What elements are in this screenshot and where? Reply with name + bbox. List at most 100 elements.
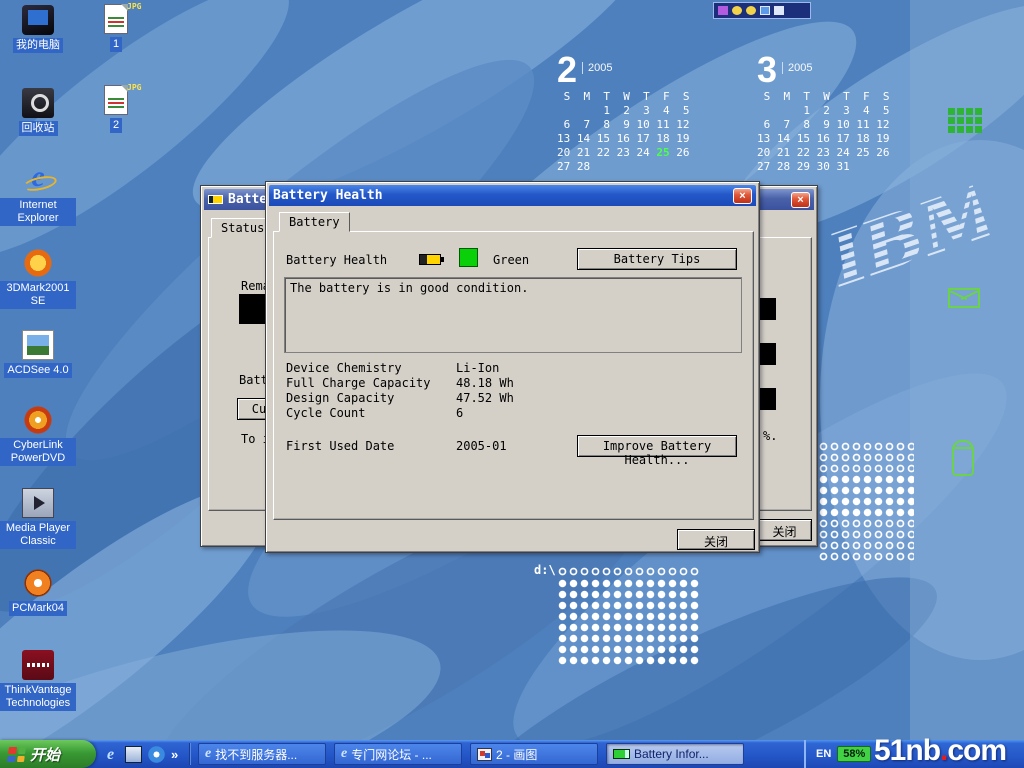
- ie-quicklaunch-icon[interactable]: e: [102, 746, 119, 763]
- field-value: 6: [456, 406, 463, 420]
- desktop-icon-thinkvantage[interactable]: ThinkVantage Technologies: [0, 650, 76, 711]
- calendar-week: 13 14 15 16 17 18 19: [557, 132, 689, 146]
- field-value: 2005-01: [456, 439, 507, 453]
- battery-cylinder-icon: [952, 440, 974, 476]
- close-button[interactable]: 关闭: [757, 519, 812, 541]
- task-button-server-not-found[interactable]: e 找不到服务器...: [198, 743, 326, 765]
- dot-pattern-outline: [557, 566, 700, 577]
- field-label: Full Charge Capacity: [286, 376, 431, 390]
- media-player-icon[interactable]: [148, 746, 165, 763]
- improve-battery-health-button[interactable]: Improve Battery Health...: [577, 435, 737, 457]
- calendar-february: 2 2005 S M T W T F S 1 2 3 4 5 6 7 8 9 1…: [557, 48, 689, 174]
- battery-icon: [613, 749, 630, 759]
- dot-pattern-outline: [818, 518, 914, 562]
- media-player-classic-icon: [22, 488, 54, 518]
- calendar-week: 6 7 8 9 10 11 12: [557, 118, 689, 132]
- jpg-badge: JPG: [127, 83, 141, 92]
- icon-label: PCMark04: [9, 601, 67, 616]
- desktop-screen: IBM d:\ 2 2005 S M T W T F S 1 2 3 4 5 6…: [0, 0, 1024, 768]
- desktop-file-2[interactable]: JPG 2: [78, 85, 154, 133]
- jpg-file-icon: JPG: [104, 85, 128, 115]
- battery-tips-button[interactable]: Battery Tips: [577, 248, 737, 270]
- calendar-year: 2005: [582, 62, 612, 74]
- watermark-51nb: 51nb.com: [874, 734, 1006, 768]
- desktop-icon-internet-explorer[interactable]: Internet Explorer: [0, 165, 76, 226]
- icon-label: ThinkVantage Technologies: [0, 683, 76, 711]
- ie-icon: e: [341, 746, 347, 762]
- calendar-march: 3 2005 S M T W T F S 1 2 3 4 5 6 7 8 9 1…: [757, 48, 889, 174]
- drive-label: d:\: [534, 563, 556, 577]
- window-title: Batte: [228, 192, 267, 207]
- battery-health-icon: [419, 254, 441, 265]
- tab-battery[interactable]: Battery: [279, 212, 350, 232]
- icon-label: ACDSee 4.0: [4, 363, 71, 378]
- taskbar: 开始 e » e 找不到服务器... e 专门网论坛 - ... 2 - 画图 …: [0, 740, 1024, 768]
- condition-textbox: The battery is in good condition.: [284, 277, 742, 353]
- task-button-battery-information[interactable]: Battery Infor...: [606, 743, 744, 765]
- desktop-icon-my-computer[interactable]: 我的电脑: [0, 5, 76, 53]
- show-desktop-icon[interactable]: [125, 746, 142, 763]
- display-icon: [760, 6, 770, 15]
- dot-pattern-filled: [818, 474, 914, 518]
- desktop-icon-pcmark04[interactable]: PCMark04: [0, 568, 76, 616]
- calendar-week: 1 2 3 4 5: [757, 104, 889, 118]
- field-label: First Used Date: [286, 439, 394, 453]
- dot-pattern-outline: [818, 441, 914, 474]
- desktop-icon-acdsee[interactable]: ACDSee 4.0: [0, 330, 76, 378]
- task-label: 2 - 画图: [496, 746, 537, 763]
- task-button-forum[interactable]: e 专门网论坛 - ...: [334, 743, 462, 765]
- task-button-paint[interactable]: 2 - 画图: [470, 743, 598, 765]
- start-button[interactable]: 开始: [0, 740, 96, 768]
- field-label: Design Capacity: [286, 391, 394, 405]
- desktop-file-1[interactable]: JPG 1: [78, 4, 154, 52]
- indicator-icon: [732, 6, 742, 15]
- calendar-month: 2: [557, 52, 577, 88]
- language-indicator[interactable]: EN: [816, 748, 831, 760]
- jpg-file-icon: JPG: [104, 4, 128, 34]
- icon-label: 1: [110, 37, 122, 52]
- quicklaunch-overflow-chevron[interactable]: »: [171, 746, 183, 763]
- keyboard-icon: [774, 6, 784, 15]
- calendar-year: 2005: [782, 62, 812, 74]
- calendar-today: 25: [656, 146, 669, 159]
- calendar-week: 1 2 3 4 5: [557, 104, 689, 118]
- powerdvd-icon: [22, 405, 54, 435]
- desktop-icon-3dmark2001[interactable]: 3DMark2001 SE: [0, 248, 76, 309]
- health-status-text: Green: [493, 253, 529, 267]
- task-label: 专门网论坛 - ...: [351, 746, 432, 763]
- ie-icon: e: [205, 746, 211, 762]
- close-button[interactable]: 关闭: [677, 529, 755, 550]
- icon-label: CyberLink PowerDVD: [0, 438, 76, 466]
- battery-meter[interactable]: 58%: [837, 746, 871, 762]
- thinkvantage-icon: [22, 650, 54, 680]
- icon-label: 我的电脑: [13, 38, 63, 53]
- start-label: 开始: [30, 744, 60, 765]
- percent-label: %.: [763, 429, 777, 443]
- field-label: Cycle Count: [286, 406, 365, 420]
- desktop-icon-media-player-classic[interactable]: Media Player Classic: [0, 488, 76, 549]
- close-icon[interactable]: ×: [791, 192, 810, 208]
- calendar-week: 13 14 15 16 17 18 19: [757, 132, 889, 146]
- battery-health-dialog[interactable]: Battery Health × Battery Battery Health …: [265, 181, 760, 553]
- taskbar-separator: [189, 743, 190, 765]
- calendar-days-header: S M T W T F S: [757, 90, 889, 104]
- gauge-box: [758, 298, 776, 320]
- desktop-icon-recycle-bin[interactable]: 回收站: [0, 88, 76, 136]
- calendar-week: 20 21 22 23 24 25 26: [557, 146, 689, 160]
- task-label: Battery Infor...: [634, 747, 709, 761]
- acdsee-icon: [22, 330, 54, 360]
- close-icon[interactable]: ×: [733, 188, 752, 204]
- icon-label: 2: [110, 118, 122, 133]
- windows-flag-icon: [7, 747, 26, 762]
- desktop-icon-powerdvd[interactable]: CyberLink PowerDVD: [0, 405, 76, 466]
- health-label: Battery Health: [286, 253, 387, 267]
- paint-icon: [477, 748, 492, 761]
- gauge-box: [758, 388, 776, 410]
- 3dmark-icon: [22, 248, 54, 278]
- dialog-title: Battery Health: [273, 188, 383, 203]
- battery-app-icon: [208, 195, 223, 204]
- power-flyout-panel[interactable]: [713, 2, 811, 19]
- envelope-icon: [948, 288, 980, 308]
- plug-icon: [718, 6, 728, 15]
- dialog-titlebar[interactable]: Battery Health ×: [269, 185, 756, 206]
